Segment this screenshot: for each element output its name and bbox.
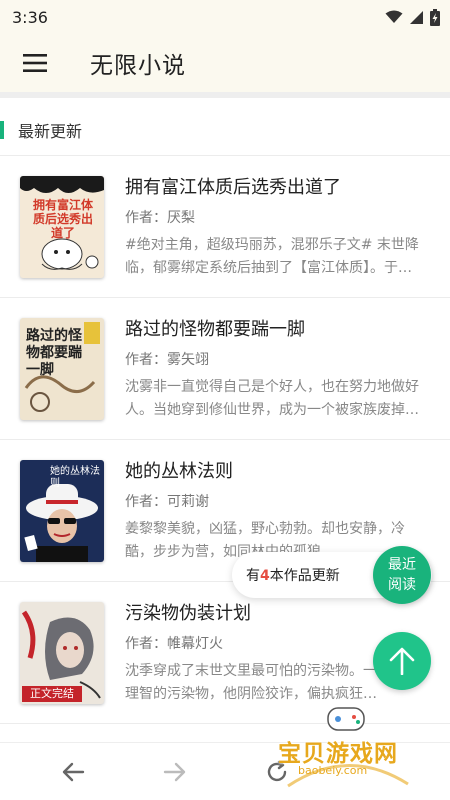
book-cover-title: 路过的怪物都要踹一脚 (26, 328, 82, 378)
battery-icon (430, 8, 440, 26)
book-author: 作者：雾矢翊 (125, 352, 209, 368)
forward-arrow-icon (163, 762, 186, 782)
back-button[interactable] (58, 757, 88, 787)
book-title[interactable]: 路过的怪物都要踹一脚 (125, 315, 305, 341)
watermark: 宝贝游戏网 baobeiy.com (278, 706, 418, 792)
book-item[interactable]: 路过的怪物都要踹一脚 路过的怪物都要踹一脚 作者：雾矢翊 沈雾非一直觉得自己是个… (0, 298, 450, 440)
book-description: 沈雾非一直觉得自己是个好人，也在努力地做好人。当她穿到修仙世界，成为一个被家族废… (125, 379, 419, 418)
wifi-icon (385, 10, 403, 23)
forward-button[interactable] (160, 757, 190, 787)
watermark-url: baobeiy.com (298, 764, 368, 777)
toast-count: 4 (260, 568, 270, 584)
toast-prefix: 有 (246, 568, 260, 584)
book-author: 作者：帷幕灯火 (125, 636, 223, 652)
book-description: #绝对主角，超级玛丽苏，混邪乐子文# 末世降临，郁雾绑定系统后抽到了【富江体质】… (125, 237, 419, 276)
app-title: 无限小说 (90, 53, 186, 79)
book-title[interactable]: 她的丛林法则 (125, 457, 233, 483)
recent-reading-line1: 最近 (388, 557, 416, 573)
book-author: 作者：厌梨 (125, 210, 195, 226)
book-cover-title: 拥有富江体质后选秀出道了 (32, 198, 93, 240)
book-cover[interactable]: 路过的怪物都要踹一脚 (20, 318, 104, 420)
status-time: 3:36 (12, 7, 48, 27)
book-cover-badge: 正文完结 (22, 686, 82, 702)
status-bar: 3:36 (0, 0, 450, 34)
book-title[interactable]: 污染物伪装计划 (125, 599, 251, 625)
update-toast-text: 有4本作品更新 (246, 565, 340, 585)
section-accent-bar (0, 120, 4, 139)
menu-icon (23, 54, 47, 72)
status-icons (385, 8, 440, 26)
book-cover[interactable]: 正文完结 (20, 602, 104, 704)
menu-button[interactable] (0, 31, 70, 95)
book-title[interactable]: 拥有富江体质后选秀出道了 (125, 173, 341, 199)
section-header: 最新更新 (0, 104, 450, 156)
arrow-up-icon (389, 647, 415, 675)
book-cover[interactable]: 拥有富江体质后选秀出道了 (20, 176, 104, 278)
scroll-top-button[interactable] (373, 632, 431, 690)
signal-icon (410, 10, 423, 24)
book-cover-title: 她的丛林法则 (50, 466, 100, 489)
recent-reading-button[interactable]: 最近 阅读 (373, 546, 431, 604)
watermark-text: 宝贝游戏网 (278, 741, 398, 767)
section-title: 最新更新 (18, 121, 83, 141)
book-author: 作者：可莉谢 (125, 494, 209, 510)
book-cover[interactable]: 她的丛林法则 (20, 460, 104, 562)
book-item[interactable]: 拥有富江体质后选秀出道了 拥有富江体质后选秀出道了 作者：厌梨 #绝对主角，超级… (0, 156, 450, 298)
toast-suffix: 本作品更新 (269, 568, 340, 584)
app-bar: 无限小说 (0, 34, 450, 98)
recent-reading-line2: 阅读 (388, 577, 416, 593)
back-arrow-icon (62, 762, 85, 782)
